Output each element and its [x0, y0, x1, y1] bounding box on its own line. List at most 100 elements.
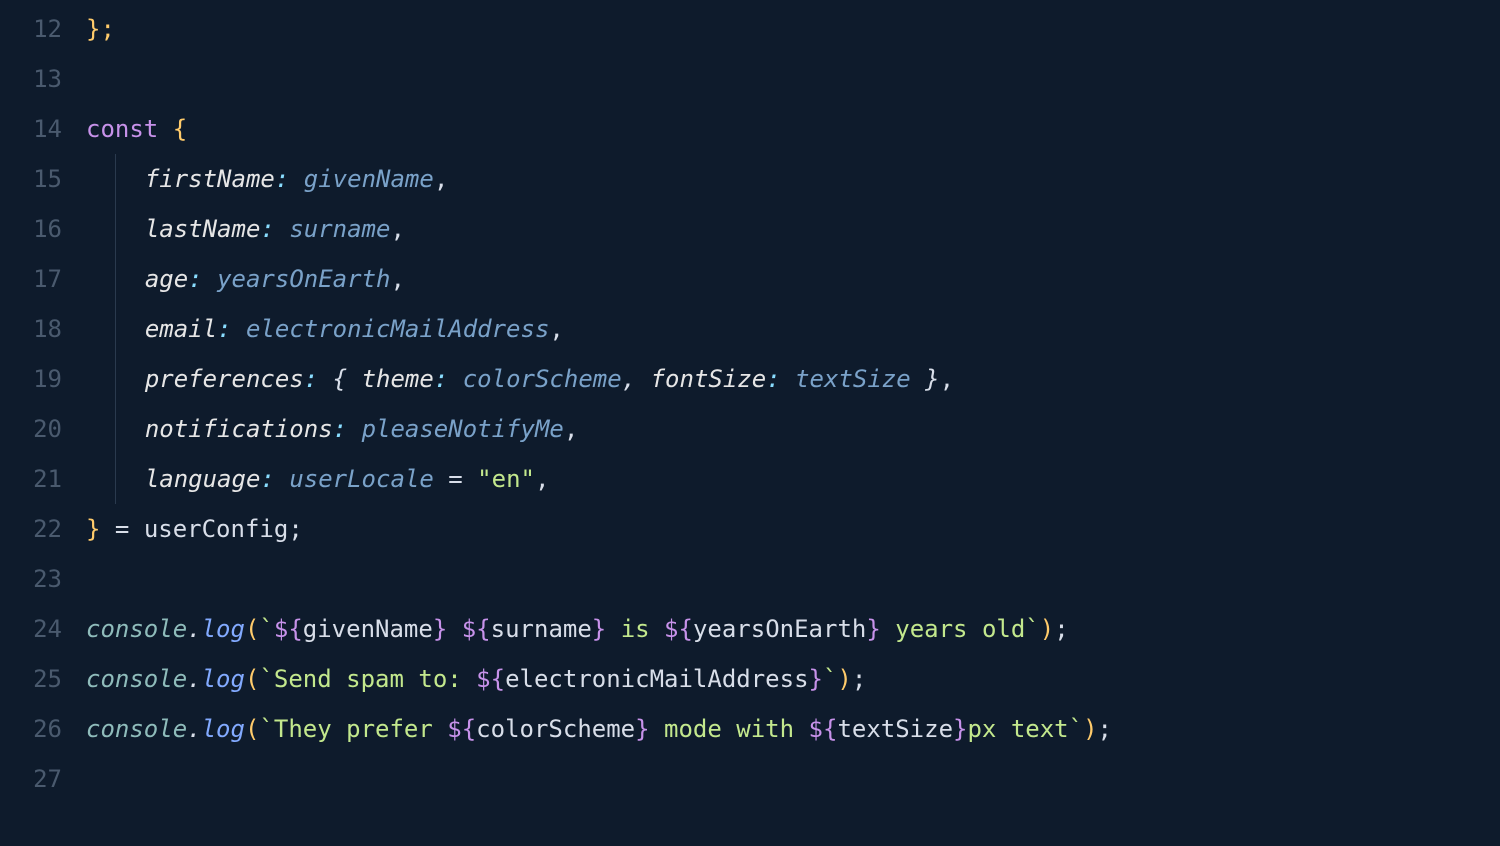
token-string: "en" — [477, 465, 535, 493]
code-line[interactable]: 22 } = userConfig; — [0, 504, 1500, 554]
token-paren: ) — [1083, 715, 1097, 743]
token-template-text: px text — [967, 715, 1068, 743]
token-interp-open: ${ — [664, 615, 693, 643]
token-colon: : — [217, 315, 231, 343]
code-line[interactable]: 24 console.log(`${givenName} ${surname} … — [0, 604, 1500, 654]
code-line[interactable]: 21 language: userLocale = "en", — [0, 454, 1500, 504]
token-interp-open: ${ — [809, 715, 838, 743]
token-interp-open: ${ — [476, 665, 505, 693]
code-content[interactable]: const { — [68, 115, 187, 143]
code-line[interactable]: 27 — [0, 754, 1500, 804]
code-line[interactable]: 14 const { — [0, 104, 1500, 154]
token-comma: , — [535, 465, 549, 493]
code-content[interactable]: } = userConfig; — [68, 515, 303, 543]
token-property: preferences — [145, 365, 304, 393]
token-comma: , — [940, 365, 954, 393]
sp — [448, 365, 462, 393]
token-paren: ( — [245, 665, 259, 693]
token-identifier: surname — [289, 215, 390, 243]
code-line[interactable]: 17 age: yearsOnEarth, — [0, 254, 1500, 304]
code-content[interactable]: language: userLocale = "en", — [68, 454, 549, 504]
indent — [86, 415, 115, 443]
code-content[interactable]: console.log(`Send spam to: ${electronicM… — [68, 665, 866, 693]
token-brace: }; — [86, 15, 115, 43]
line-number: 20 — [0, 415, 68, 443]
code-line[interactable]: 26 console.log(`They prefer ${colorSchem… — [0, 704, 1500, 754]
line-number: 17 — [0, 265, 68, 293]
token-dot: . — [187, 665, 201, 693]
code-content[interactable]: lastName: surname, — [68, 204, 405, 254]
token-interp-close: } — [635, 715, 649, 743]
code-editor[interactable]: 12 }; 13 14 const { 15 firstName: givenN… — [0, 0, 1500, 804]
code-content[interactable]: age: yearsOnEarth, — [68, 254, 405, 304]
token-interp-close: } — [866, 615, 880, 643]
code-line[interactable]: 25 console.log(`Send spam to: ${electron… — [0, 654, 1500, 704]
indent — [116, 365, 145, 393]
sp — [203, 265, 217, 293]
code-line[interactable]: 23 — [0, 554, 1500, 604]
token-identifier: givenName — [303, 615, 433, 643]
token-dot: . — [187, 715, 201, 743]
sp — [232, 315, 246, 343]
sp — [347, 415, 361, 443]
sp — [289, 165, 303, 193]
code-content[interactable]: console.log(`${givenName} ${surname} is … — [68, 615, 1069, 643]
token-colon: : — [434, 365, 448, 393]
token-comma: , — [622, 365, 636, 393]
line-number: 25 — [0, 665, 68, 693]
token-dot: . — [187, 615, 201, 643]
code-line[interactable]: 20 notifications: pleaseNotifyMe, — [0, 404, 1500, 454]
token-interp-open: ${ — [447, 715, 476, 743]
token-property: notifications — [145, 415, 333, 443]
line-number: 27 — [0, 765, 68, 793]
token-identifier: givenName — [304, 165, 434, 193]
code-line[interactable]: 12 }; — [0, 4, 1500, 54]
code-content[interactable]: }; — [68, 15, 115, 43]
token-comma: , — [390, 215, 404, 243]
line-number: 12 — [0, 15, 68, 43]
token-interp-open: ${ — [274, 615, 303, 643]
code-content[interactable]: console.log(`They prefer ${colorScheme} … — [68, 715, 1112, 743]
token-colon: : — [260, 465, 274, 493]
token-interp-open: ${ — [462, 615, 491, 643]
sp — [781, 365, 795, 393]
token-identifier: userLocale — [289, 465, 434, 493]
code-content[interactable]: email: electronicMailAddress, — [68, 304, 564, 354]
line-number: 21 — [0, 465, 68, 493]
code-content[interactable]: notifications: pleaseNotifyMe, — [68, 404, 578, 454]
token-paren: ( — [245, 615, 259, 643]
token-backtick: ` — [823, 665, 837, 693]
token-backtick: ` — [259, 665, 273, 693]
line-number: 22 — [0, 515, 68, 543]
indent — [116, 165, 145, 193]
token-function: log — [202, 615, 245, 643]
token-template-text: is — [606, 615, 664, 643]
token-template-text: mode with — [650, 715, 809, 743]
token-property: age — [145, 265, 188, 293]
token-template-text: Send spam to: — [274, 665, 476, 693]
code-line[interactable]: 15 firstName: givenName, — [0, 154, 1500, 204]
code-line[interactable]: 18 email: electronicMailAddress, — [0, 304, 1500, 354]
token-identifier: surname — [491, 615, 592, 643]
token-semi: ; — [1098, 715, 1112, 743]
code-content[interactable]: preferences: { theme: colorScheme, fontS… — [68, 354, 954, 404]
token-identifier: colorScheme — [476, 715, 635, 743]
code-line[interactable]: 13 — [0, 54, 1500, 104]
token-interp-close: } — [809, 665, 823, 693]
sp — [275, 215, 289, 243]
token-identifier: pleaseNotifyMe — [362, 415, 564, 443]
line-number: 24 — [0, 615, 68, 643]
token-backtick: ` — [259, 715, 273, 743]
token-paren: ) — [837, 665, 851, 693]
code-line[interactable]: 19 preferences: { theme: colorScheme, fo… — [0, 354, 1500, 404]
token-function: log — [202, 715, 245, 743]
token-property: firstName — [145, 165, 275, 193]
code-content[interactable]: firstName: givenName, — [68, 154, 448, 204]
indent — [86, 365, 115, 393]
token-backtick: ` — [259, 615, 273, 643]
line-number: 23 — [0, 565, 68, 593]
indent — [116, 465, 145, 493]
code-line[interactable]: 16 lastName: surname, — [0, 204, 1500, 254]
token-object: console — [86, 665, 187, 693]
token-property: lastName — [145, 215, 261, 243]
